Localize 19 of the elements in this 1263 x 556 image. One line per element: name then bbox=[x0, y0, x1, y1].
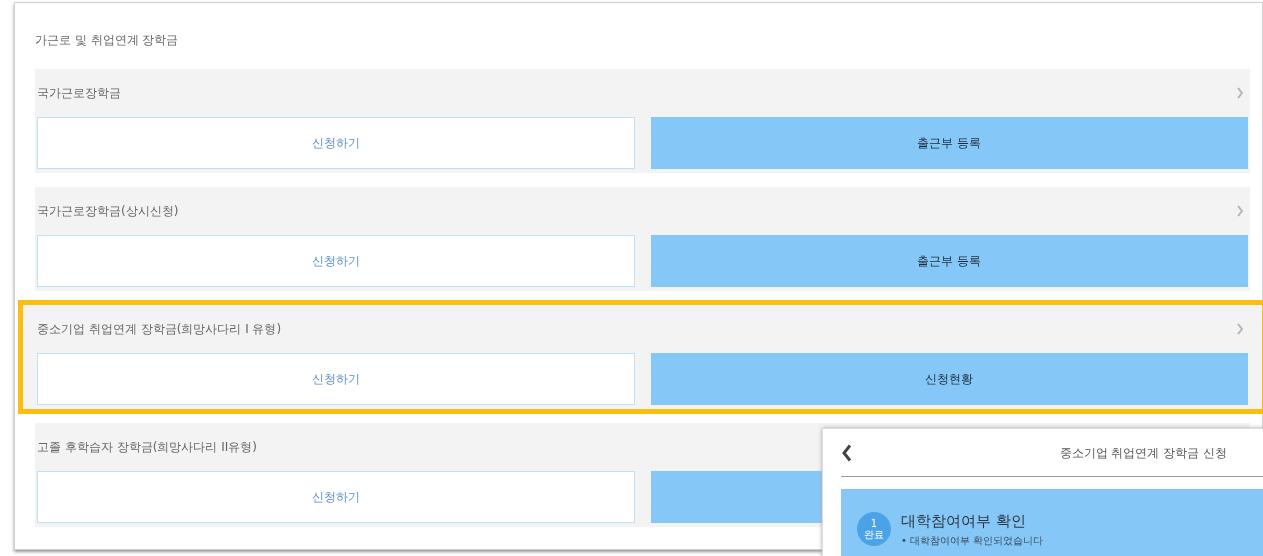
step-title: 대학참여여부 확인 bbox=[901, 511, 1027, 533]
apply-button[interactable]: 신청하기 bbox=[37, 117, 635, 169]
section-title: 국가근로장학금(상시신청) bbox=[37, 203, 179, 220]
filled-button[interactable]: 출근부 등록 bbox=[650, 235, 1248, 287]
apply-button[interactable]: 신청하기 bbox=[37, 471, 635, 523]
apply-button[interactable]: 신청하기 bbox=[37, 235, 635, 287]
step-note: • 대학참여여부 확인되었습니다 bbox=[901, 533, 1044, 548]
step-badge: 1 완료 bbox=[857, 512, 891, 546]
filled-button[interactable]: 출근부 등록 bbox=[650, 117, 1248, 169]
section-title: 국가근로장학금 bbox=[37, 85, 121, 102]
section-header[interactable]: 국가근로장학금(상시신청) bbox=[37, 187, 1248, 235]
section-header[interactable]: 중소기업 취업연계 장학금(희망사다리 I 유형) bbox=[37, 305, 1248, 353]
section-title: 중소기업 취업연계 장학금(희망사다리 I 유형) bbox=[37, 321, 282, 338]
apply-button[interactable]: 신청하기 bbox=[37, 353, 635, 405]
section-header[interactable]: 국가근로장학금 bbox=[37, 69, 1248, 117]
step-card[interactable]: 1 완료 대학참여여부 확인 • 대학참여여부 확인되었습니다 bbox=[841, 489, 1263, 556]
popup-title: 중소기업 취업연계 장학금 신청 bbox=[1059, 444, 1227, 462]
filled-button[interactable]: 신청현황 bbox=[650, 353, 1248, 405]
page-title: 가근로 및 취업연계 장학금 bbox=[35, 32, 180, 49]
